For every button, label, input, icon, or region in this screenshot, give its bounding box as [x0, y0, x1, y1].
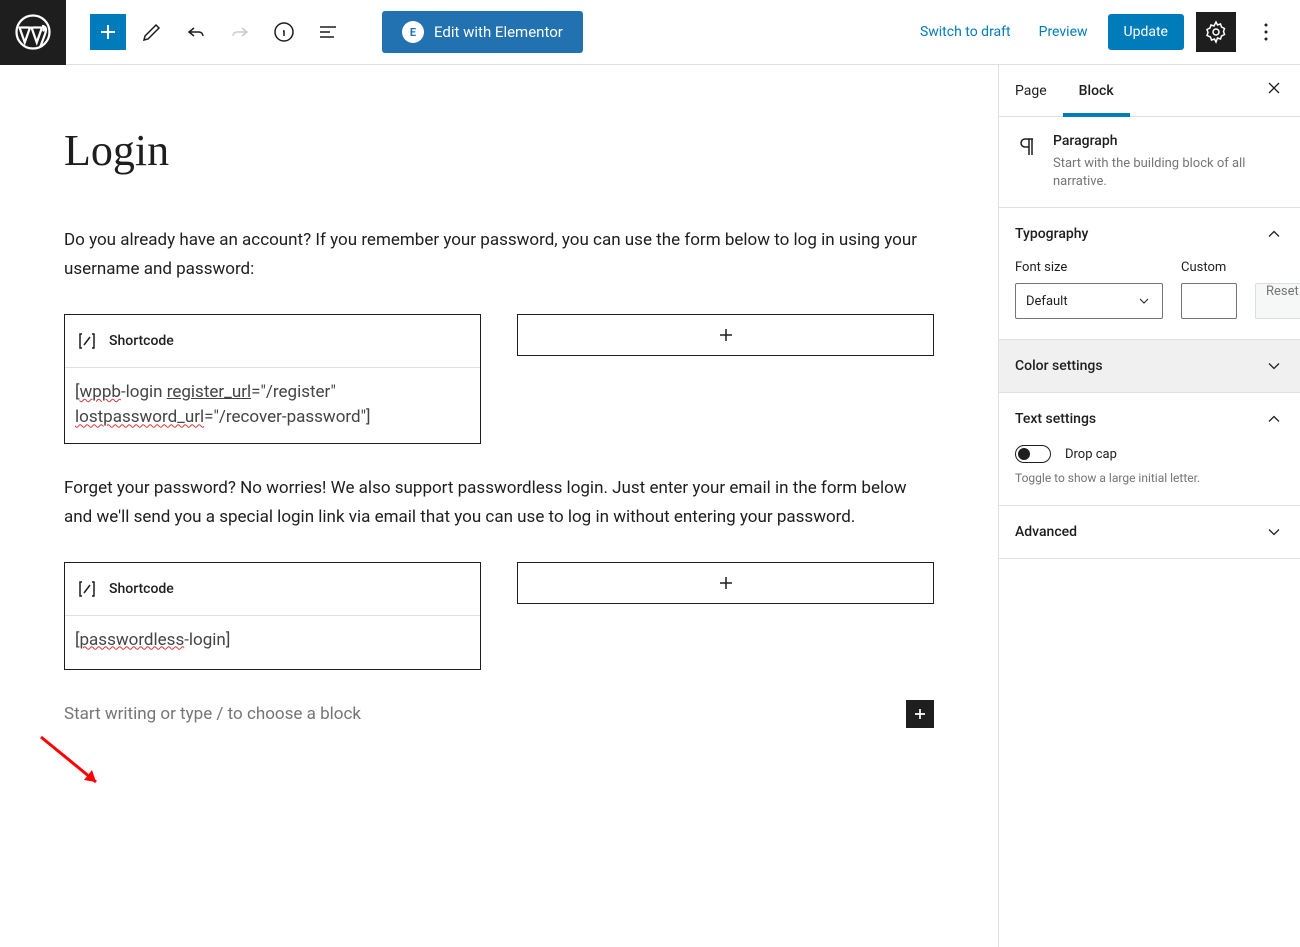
panel-advanced-header[interactable]: Advanced — [999, 506, 1300, 558]
edit-mode-button[interactable] — [134, 14, 170, 50]
chevron-up-icon — [1264, 224, 1284, 244]
panel-advanced: Advanced — [999, 506, 1300, 559]
column-right-2 — [517, 562, 934, 670]
column-right-1 — [517, 314, 934, 444]
shortcode-header: Shortcode — [65, 315, 480, 367]
drop-cap-toggle[interactable] — [1015, 445, 1051, 463]
editor-area: Login Do you already have an account? If… — [0, 65, 998, 947]
toolbar-right: Switch to draft Preview Update — [912, 12, 1300, 52]
font-size-select[interactable]: Default — [1015, 283, 1163, 319]
shortcode-block-2[interactable]: Shortcode [passwordless-login] — [64, 562, 481, 670]
add-block-button[interactable] — [90, 14, 126, 50]
wordpress-logo[interactable] — [0, 0, 66, 65]
redo-button[interactable] — [222, 14, 258, 50]
panel-typography: Typography Font size Default Custom — [999, 208, 1300, 340]
switch-to-draft-link[interactable]: Switch to draft — [912, 16, 1019, 48]
settings-button[interactable] — [1196, 12, 1236, 52]
empty-column-add-2[interactable] — [517, 562, 934, 604]
panel-typography-body: Font size Default Custom Reset — [999, 260, 1300, 339]
elementor-label: Edit with Elementor — [434, 23, 563, 41]
column-left-1: Shortcode [wppb-login register_url="/reg… — [64, 314, 481, 444]
sidebar-tabs: Page Block — [999, 65, 1300, 117]
update-button[interactable]: Update — [1108, 14, 1184, 50]
inline-add-button[interactable] — [906, 700, 934, 728]
main: Login Do you already have an account? If… — [0, 65, 1300, 947]
shortcode-label: Shortcode — [109, 333, 174, 349]
panel-text-settings: Text settings Drop cap Toggle to show a … — [999, 393, 1300, 506]
column-left-2: Shortcode [passwordless-login] — [64, 562, 481, 670]
custom-size-input[interactable] — [1181, 283, 1237, 319]
plus-icon — [714, 323, 738, 347]
shortcode-body-2[interactable]: [passwordless-login] — [65, 615, 480, 669]
columns-1: Shortcode [wppb-login register_url="/reg… — [64, 314, 934, 444]
shortcode-body-1[interactable]: [wppb-login register_url="/register" los… — [65, 367, 480, 443]
chevron-down-icon — [1136, 293, 1152, 309]
shortcode-icon — [75, 577, 99, 601]
panel-text-header[interactable]: Text settings — [999, 393, 1300, 445]
block-name: Paragraph — [1053, 133, 1284, 149]
tab-page[interactable]: Page — [999, 65, 1063, 117]
close-icon — [1264, 78, 1284, 98]
paragraph-1[interactable]: Do you already have an account? If you r… — [64, 226, 934, 284]
editor-content[interactable]: Login Do you already have an account? If… — [64, 65, 934, 768]
preview-link[interactable]: Preview — [1031, 16, 1096, 48]
block-description: Paragraph Start with the building block … — [999, 117, 1300, 208]
elementor-icon: E — [402, 21, 424, 43]
close-sidebar-button[interactable] — [1248, 78, 1300, 103]
tab-block[interactable]: Block — [1063, 65, 1130, 117]
shortcode-label-2: Shortcode — [109, 581, 174, 597]
undo-button[interactable] — [178, 14, 214, 50]
shortcode-icon — [75, 329, 99, 353]
edit-with-elementor-button[interactable]: E Edit with Elementor — [382, 11, 583, 53]
empty-column-add-1[interactable] — [517, 314, 934, 356]
font-size-label: Font size — [1015, 260, 1163, 275]
drop-cap-label: Drop cap — [1065, 447, 1117, 462]
paragraph-placeholder[interactable]: Start writing or type / to choose a bloc… — [64, 700, 934, 728]
shortcode-header-2: Shortcode — [65, 563, 480, 615]
panel-color-header[interactable]: Color settings — [999, 340, 1300, 392]
plus-icon — [714, 571, 738, 595]
toolbar-left: E Edit with Elementor — [66, 11, 583, 53]
page-title[interactable]: Login — [64, 125, 934, 176]
outline-button[interactable] — [310, 14, 346, 50]
panel-text-body: Drop cap Toggle to show a large initial … — [999, 445, 1300, 505]
block-desc-text: Start with the building block of all nar… — [1053, 155, 1284, 191]
paragraph-icon — [1015, 133, 1039, 191]
drop-cap-hint: Toggle to show a large initial letter. — [1015, 471, 1284, 485]
paragraph-2[interactable]: Forget your password? No worries! We als… — [64, 474, 934, 532]
columns-2: Shortcode [passwordless-login] — [64, 562, 934, 670]
plus-icon — [910, 704, 930, 724]
panel-color-settings: Color settings — [999, 340, 1300, 393]
topbar: E Edit with Elementor Switch to draft Pr… — [0, 0, 1300, 65]
info-button[interactable] — [266, 14, 302, 50]
settings-sidebar: Page Block Paragraph Start with the buil… — [998, 65, 1300, 947]
chevron-down-icon — [1264, 522, 1284, 542]
more-menu-button[interactable] — [1248, 14, 1284, 50]
shortcode-block-1[interactable]: Shortcode [wppb-login register_url="/reg… — [64, 314, 481, 444]
panel-typography-header[interactable]: Typography — [999, 208, 1300, 260]
reset-button[interactable]: Reset — [1255, 283, 1300, 319]
custom-label: Custom — [1181, 260, 1237, 275]
chevron-up-icon — [1264, 409, 1284, 429]
chevron-down-icon — [1264, 356, 1284, 376]
